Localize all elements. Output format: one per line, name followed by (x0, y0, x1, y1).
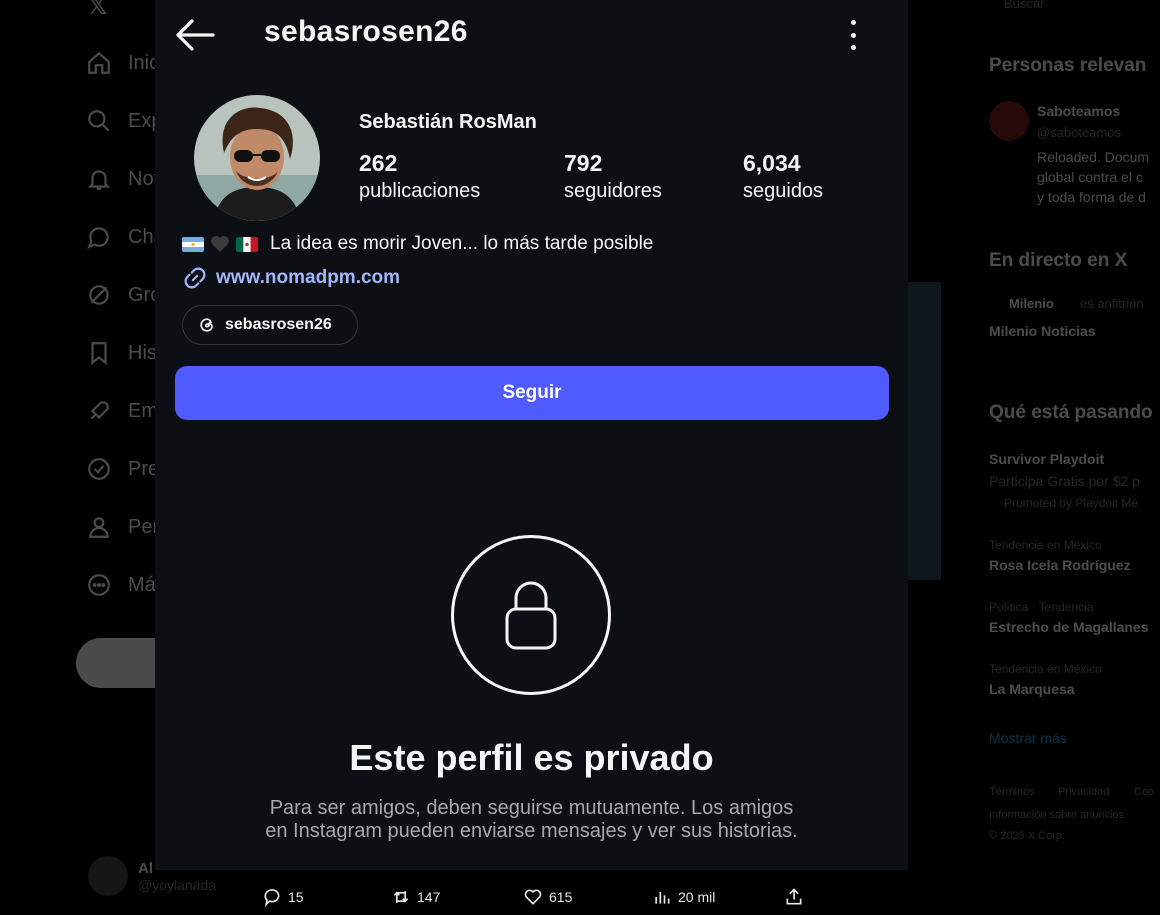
live-show-title[interactable]: Milenio Noticias (989, 323, 1096, 339)
nav-item-more[interactable]: Más (86, 572, 166, 598)
like-action[interactable]: 615 (523, 887, 572, 907)
relevant-person-avatar (989, 101, 1029, 141)
right-sidebar: Buscar Personas relevan Saboteamos @sabo… (980, 0, 1160, 915)
footer-link[interactable]: Coo (1134, 786, 1154, 798)
rocket-icon (90, 401, 109, 420)
private-profile-title: Este perfil es privado (349, 737, 714, 778)
trends-title: Qué está pasando (989, 402, 1153, 423)
live-host: Milenio (1009, 296, 1054, 311)
repost-action[interactable]: 147 (391, 887, 440, 907)
relevant-people-title: Personas relevan (989, 55, 1147, 76)
footer-link[interactable]: Privacidad (1058, 786, 1109, 798)
live-section-title: En directo en X (989, 250, 1128, 271)
private-lock-badge (451, 535, 611, 695)
share-action[interactable] (784, 887, 804, 907)
instagram-profile-modal: sebasrosen26 Sebastián RosMan 262 public… (155, 0, 908, 870)
footer-link[interactable]: Información sobre anuncios (989, 809, 1124, 821)
trend-promoted: Promoted by Playdoit Mé (1004, 496, 1139, 510)
footer-link[interactable]: Términos (989, 786, 1035, 798)
views-action[interactable]: 20 mil (652, 887, 715, 907)
back-arrow-icon[interactable] (175, 18, 215, 52)
trend-name[interactable]: Estrecho de Magallanes (989, 619, 1149, 635)
profile-bio: La idea es morir Joven... lo más tarde p… (182, 233, 653, 255)
lock-icon (505, 581, 557, 650)
relevant-person-name[interactable]: Saboteamos (1037, 103, 1120, 119)
relevant-person-bio-line: y toda forma de d (1037, 189, 1146, 205)
repost-icon (393, 891, 409, 903)
relevant-person-bio-line: Reloaded. Docum (1037, 149, 1150, 165)
home-icon (88, 51, 110, 74)
footer-copyright: © 2025 X Corp. (989, 830, 1065, 842)
bio-text: La idea es morir Joven... lo más tarde p… (270, 233, 654, 254)
bell-icon (87, 170, 111, 190)
share-icon (786, 888, 802, 905)
trend-name[interactable]: Survivor Playdoit (989, 451, 1104, 467)
posts-stat: 262 publicaciones (359, 150, 480, 206)
tweet-action-bar (0, 870, 1160, 915)
header-username: sebasrosen26 (264, 15, 468, 48)
reply-icon (264, 889, 280, 907)
followers-label: seguidores (564, 180, 662, 202)
threads-profile-chip[interactable]: sebasrosen26 (182, 305, 358, 345)
reply-count: 15 (288, 889, 304, 905)
threads-handle: sebasrosen26 (225, 316, 332, 333)
trend-context: Tendencia en México (989, 662, 1102, 676)
views-count: 20 mil (678, 889, 716, 905)
more-circle-icon (88, 574, 110, 596)
website-text: www.nomadpm.com (216, 267, 401, 288)
search-input[interactable]: Buscar (1004, 0, 1044, 11)
website-link[interactable]: www.nomadpm.com (182, 265, 400, 291)
trend-name[interactable]: La Marquesa (989, 681, 1075, 697)
heart-icon (524, 889, 542, 905)
views-chart-icon (655, 892, 670, 904)
bookmark-icon (91, 342, 107, 366)
repost-count: 147 (417, 889, 441, 905)
profile-full-name: Sebastián RosMan (359, 111, 537, 133)
show-more-link[interactable]: Mostrar más (989, 730, 1067, 746)
reply-action[interactable]: 15 (262, 887, 304, 907)
trend-context: Tendencia en México (989, 538, 1102, 552)
threads-icon (200, 318, 213, 332)
flag-argentina-icon (182, 236, 204, 252)
grok-icon (89, 285, 109, 305)
follow-button[interactable]: Seguir (175, 366, 889, 420)
relevant-person-bio-line: global contra el c (1037, 169, 1143, 185)
following-stat[interactable]: 6,034 seguidos (743, 150, 823, 206)
trend-sub: Participa Gratis por $2 p (989, 473, 1140, 489)
timeline-strip (908, 0, 980, 915)
person-icon (89, 517, 109, 538)
flag-mexico-icon (236, 236, 258, 252)
like-count: 615 (549, 889, 573, 905)
link-icon (184, 267, 206, 289)
trend-name[interactable]: Rosa Icela Rodríguez (989, 557, 1131, 573)
followers-count: 792 (564, 150, 603, 176)
more-options-icon[interactable] (845, 20, 861, 50)
trend-context: Política · Tendencia (989, 600, 1094, 614)
chat-icon (87, 227, 109, 249)
following-label: seguidos (743, 180, 824, 202)
following-count: 6,034 (743, 150, 801, 176)
posts-label: publicaciones (359, 180, 481, 202)
tweet-media-image (908, 282, 941, 580)
black-heart-icon (211, 236, 229, 252)
verified-icon (88, 458, 110, 480)
posts-count: 262 (359, 150, 398, 176)
profile-avatar[interactable] (194, 95, 320, 221)
x-logo-icon[interactable]: 𝕏 (88, 0, 107, 21)
relevant-person-handle: @saboteamos (1037, 125, 1122, 140)
private-profile-description: Para ser amigos, deben seguirse mutuamen… (265, 797, 798, 842)
left-navigation: 𝕏 Inicio Explorar Notificaciones Chat Gr… (0, 0, 253, 915)
search-icon (88, 110, 110, 132)
live-host-suffix: es anfitrión (1080, 296, 1144, 311)
followers-stat[interactable]: 792 seguidores (564, 150, 662, 206)
